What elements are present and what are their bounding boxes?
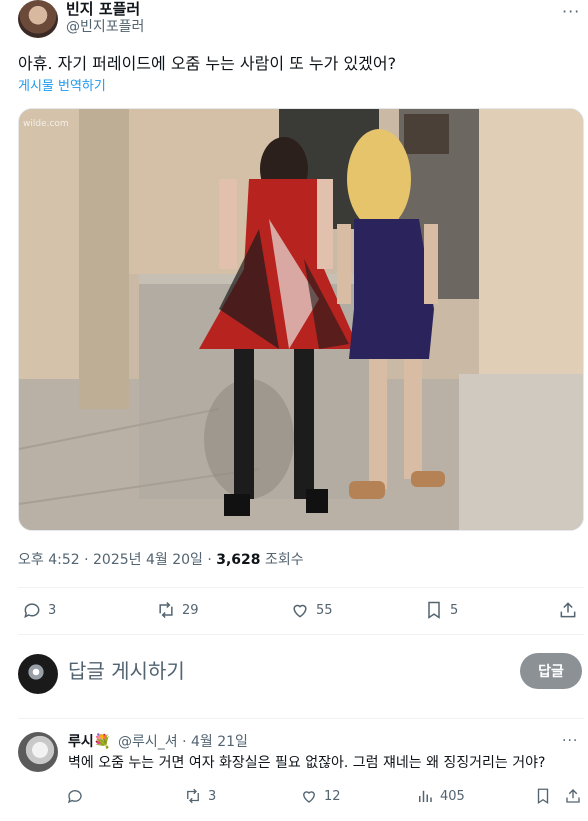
- repost-icon: [187, 788, 199, 804]
- views-chart-icon: [419, 790, 432, 802]
- commenter-name[interactable]: 루시💐: [68, 733, 111, 751]
- commenter-avatar[interactable]: [18, 732, 58, 772]
- comment-views-count: 405: [440, 788, 465, 804]
- comment-text: 벽에 오줌 누는 거면 여자 화장실은 필요 없잖아. 그럼 쟤네는 왜 징징거…: [68, 755, 546, 771]
- share-action[interactable]: [558, 600, 578, 620]
- comment-repost-count: 3: [208, 788, 217, 804]
- like-action[interactable]: 55: [290, 600, 333, 620]
- image-watermark: wilde.com: [23, 119, 69, 129]
- comment-bookmark-action[interactable]: [534, 787, 552, 805]
- bookmark-icon: [537, 788, 549, 805]
- heart-icon: [293, 604, 307, 618]
- repost-action[interactable]: 29: [156, 600, 199, 620]
- comment-views-action[interactable]: 405: [416, 787, 465, 805]
- bookmark-action[interactable]: 5: [424, 600, 458, 620]
- comment-reply-action[interactable]: [66, 787, 90, 805]
- heart-icon: [303, 791, 315, 803]
- more-options-icon[interactable]: ···: [562, 2, 580, 21]
- share-icon: [566, 789, 580, 803]
- views-count: 3,628: [216, 552, 261, 568]
- reply-icon: [24, 603, 40, 619]
- bookmark-icon: [428, 601, 440, 619]
- divider: [18, 587, 584, 588]
- comment-like-count: 12: [324, 788, 341, 804]
- views-label: 조회수: [260, 552, 304, 568]
- tweet-text: 아휴. 자기 퍼레이드에 오줌 누는 사람이 또 누가 있겠어?: [18, 54, 397, 73]
- tweet-timestamp[interactable]: 오후 4:52 · 2025년 4월 20일 ·: [18, 552, 216, 568]
- repost-icon: [159, 601, 173, 619]
- like-count: 55: [316, 602, 333, 618]
- share-icon: [560, 602, 576, 618]
- reply-submit-button[interactable]: 답글: [520, 653, 582, 689]
- comment-repost-action[interactable]: 3: [184, 787, 216, 805]
- author-handle[interactable]: @빈지포플러: [66, 19, 144, 36]
- divider: [18, 718, 584, 719]
- reply-input[interactable]: 답글 게시하기: [68, 659, 185, 683]
- author-name[interactable]: 빈지 포플러: [66, 0, 140, 18]
- comment-like-action[interactable]: 12: [300, 787, 341, 805]
- reply-count: 3: [48, 602, 57, 618]
- reply-action[interactable]: 3: [22, 600, 56, 620]
- reply-icon: [67, 790, 82, 804]
- commenter-handle[interactable]: @루시_셔 · 4월 21일: [118, 733, 248, 751]
- tweet-photo[interactable]: wilde.com: [18, 108, 584, 531]
- bookmark-count: 5: [450, 602, 459, 618]
- repost-count: 29: [182, 602, 199, 618]
- author-avatar[interactable]: [18, 0, 58, 38]
- translate-post-link[interactable]: 게시물 번역하기: [18, 79, 106, 95]
- current-user-avatar: [18, 654, 58, 694]
- tweet-meta: 오후 4:52 · 2025년 4월 20일 · 3,628 조회수: [18, 551, 304, 569]
- comment-more-options-icon[interactable]: ···: [562, 733, 578, 749]
- comment-share-action[interactable]: [564, 787, 582, 805]
- divider: [18, 634, 584, 635]
